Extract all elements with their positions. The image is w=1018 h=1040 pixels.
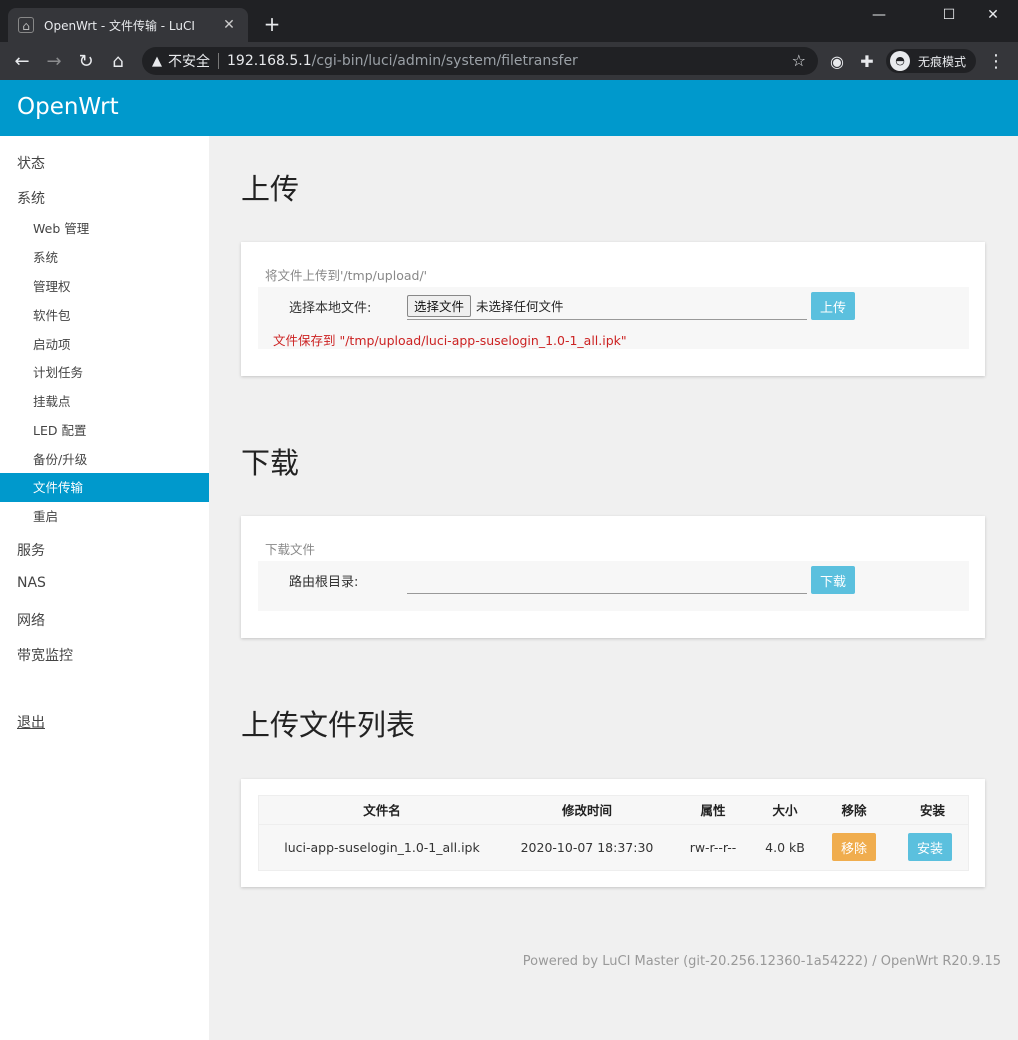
not-secure-label: 不安全 (168, 54, 210, 70)
close-tab-icon[interactable]: ✕ (220, 17, 238, 33)
sidebar-item-services[interactable]: 服务 (17, 540, 45, 560)
col-size: 大小 (772, 803, 798, 818)
col-attr: 属性 (700, 803, 726, 818)
sidebar-item-system[interactable]: 系统 (17, 188, 45, 208)
col-filename: 文件名 (363, 803, 401, 818)
download-button[interactable]: 下载 (811, 566, 855, 594)
bookmark-star-icon[interactable]: ☆ (792, 51, 806, 70)
col-mtime: 修改时间 (561, 803, 612, 818)
sidebar-subitem-backup[interactable]: 备份/升级 (0, 445, 209, 474)
back-icon[interactable]: ← (6, 45, 38, 77)
address-bar[interactable]: ▲ 不安全 192.168.5.1/cgi-bin/luci/admin/sys… (142, 47, 818, 75)
col-remove: 移除 (841, 803, 867, 818)
upload-panel: 将文件上传到'/tmp/upload/' 选择本地文件: 选择文件 未选择任何文… (241, 242, 985, 376)
install-button[interactable]: 安装 (908, 833, 952, 861)
sidebar-subitem-mounts[interactable]: 挂载点 (0, 387, 209, 416)
filelist-heading: 上传文件列表 (241, 708, 416, 742)
upload-message: 文件保存到 "/tmp/upload/luci-app-suselogin_1.… (273, 333, 627, 348)
browser-menu-icon[interactable]: ⋮ (984, 45, 1008, 77)
incognito-badge[interactable]: ◓ 无痕模式 (886, 49, 976, 73)
footer-text: Powered by LuCI Master (git-20.256.12360… (522, 954, 1001, 969)
browser-tab[interactable]: ⌂ OpenWrt - 文件传输 - LuCI ✕ (8, 8, 248, 42)
reload-icon[interactable]: ↻ (70, 45, 102, 77)
cell-attr: rw-r--r-- (689, 840, 737, 855)
warning-icon: ▲ (152, 53, 162, 69)
filelist-panel: 文件名 修改时间 属性 大小 移除 安装 luci-app-suselogin_… (241, 779, 985, 887)
cell-mtime: 2020-10-07 18:37:30 (520, 840, 654, 855)
brand-logo[interactable]: OpenWrt (17, 94, 119, 120)
tab-title: OpenWrt - 文件传输 - LuCI (44, 18, 195, 33)
download-heading: 下载 (241, 446, 300, 480)
sidebar-item-nas[interactable]: NAS (17, 575, 46, 591)
col-install: 安装 (919, 803, 945, 818)
main-content: 上传 将文件上传到'/tmp/upload/' 选择本地文件: 选择文件 未选择… (209, 136, 1018, 1040)
choose-file-button[interactable]: 选择文件 (407, 294, 472, 317)
upload-heading: 上传 (241, 172, 300, 206)
download-panel: 下载文件 路由根目录: 下载 (241, 516, 985, 638)
sidebar-item-bandwidth[interactable]: 带宽监控 (17, 645, 73, 665)
home-icon[interactable]: ⌂ (102, 45, 134, 77)
cell-filename: luci-app-suselogin_1.0-1_all.ipk (284, 840, 480, 855)
extension-circle-icon[interactable]: ◉ (822, 45, 852, 77)
logout-link[interactable]: 退出 (17, 712, 45, 732)
sidebar-item-status[interactable]: 状态 (17, 153, 45, 173)
sidebar-subitem-startup[interactable]: 启动项 (0, 330, 209, 359)
download-field-label: 路由根目录: (289, 575, 359, 590)
url-path: /cgi-bin/luci/admin/system/filetransfer (311, 53, 578, 69)
minimize-icon[interactable]: — (856, 0, 902, 30)
file-picker[interactable]: 选择文件 未选择任何文件 (407, 292, 807, 320)
sidebar-subitem-crontab[interactable]: 计划任务 (0, 358, 209, 387)
remove-button[interactable]: 移除 (832, 833, 876, 861)
address-divider (218, 53, 219, 69)
sidebar: 状态 系统 Web 管理 系统 管理权 软件包 启动项 计划任务 挂载点 LED… (0, 136, 209, 1040)
sidebar-subitem-reboot[interactable]: 重启 (0, 502, 209, 531)
sidebar-subitem-led[interactable]: LED 配置 (0, 416, 209, 445)
filelist-table: 文件名 修改时间 属性 大小 移除 安装 luci-app-suselogin_… (258, 795, 969, 871)
cell-size: 4.0 kB (765, 840, 805, 855)
incognito-icon: ◓ (890, 51, 910, 71)
sidebar-item-network[interactable]: 网络 (17, 610, 45, 630)
sidebar-subitem-web-admin[interactable]: Web 管理 (0, 214, 209, 243)
forward-icon[interactable]: → (38, 45, 70, 77)
extensions-puzzle-icon[interactable]: ✚ (852, 45, 882, 77)
browser-tabbar: ⌂ OpenWrt - 文件传输 - LuCI ✕ + — ☐ ✕ (0, 0, 1018, 42)
sidebar-subitem-filetransfer[interactable]: 文件传输 (0, 473, 209, 502)
upload-button[interactable]: 上传 (811, 292, 855, 320)
window-close-icon[interactable]: ✕ (970, 0, 1016, 30)
table-header: 文件名 修改时间 属性 大小 移除 安装 (258, 795, 969, 825)
router-path-input[interactable] (407, 566, 807, 594)
incognito-label: 无痕模式 (918, 54, 967, 69)
sidebar-subitem-packages[interactable]: 软件包 (0, 301, 209, 330)
table-row: luci-app-suselogin_1.0-1_all.ipk 2020-10… (258, 825, 969, 871)
favicon-icon: ⌂ (18, 17, 34, 33)
upload-legend: 将文件上传到'/tmp/upload/' (265, 268, 428, 283)
download-legend: 下载文件 (265, 542, 316, 557)
upload-field-label: 选择本地文件: (289, 301, 372, 316)
sidebar-subitem-admin[interactable]: 管理权 (0, 272, 209, 301)
url-host: 192.168.5.1 (227, 53, 312, 69)
sidebar-subitem-system[interactable]: 系统 (0, 243, 209, 272)
new-tab-icon[interactable]: + (260, 12, 284, 36)
app-header: OpenWrt (0, 80, 1018, 136)
no-file-text: 未选择任何文件 (476, 299, 564, 314)
maximize-icon[interactable]: ☐ (926, 0, 972, 30)
